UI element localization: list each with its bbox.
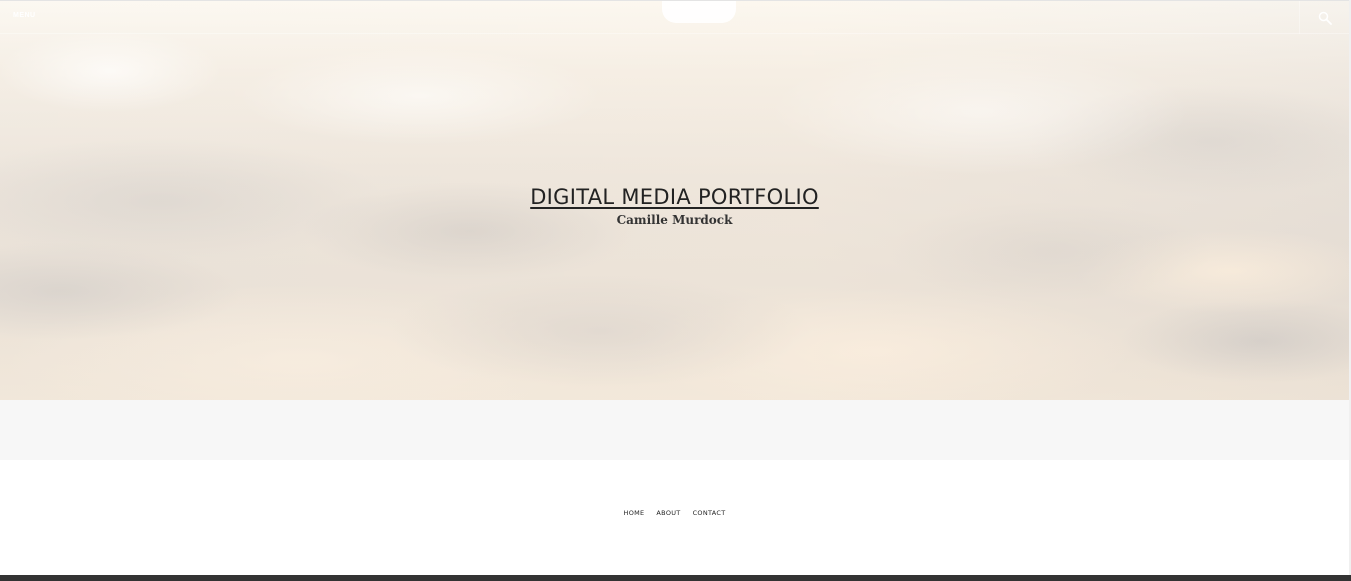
footer-nav-contact[interactable]: CONTACT [693,509,726,517]
content-band [0,400,1349,460]
footer-nav-about[interactable]: ABOUT [656,509,680,517]
footer-nav-home[interactable]: HOME [624,509,645,517]
hero-header: MENU DIGITAL MEDIA PORTFOLIO Camille Mur… [0,0,1349,400]
search-icon [1318,11,1332,25]
site-branding: DIGITAL MEDIA PORTFOLIO Camille Murdock [0,185,1349,227]
menu-toggle-button[interactable]: MENU [13,12,36,19]
page: MENU DIGITAL MEDIA PORTFOLIO Camille Mur… [0,0,1351,581]
search-toggle-button[interactable] [1299,1,1349,34]
site-title-link[interactable]: DIGITAL MEDIA PORTFOLIO [530,185,819,209]
footer-navigation: HOME ABOUT CONTACT [0,509,1349,517]
footer-bottom-bar [0,575,1351,581]
top-bar: MENU [0,1,1349,34]
top-notch-tab [662,1,736,23]
site-description: Camille Murdock [616,213,733,227]
